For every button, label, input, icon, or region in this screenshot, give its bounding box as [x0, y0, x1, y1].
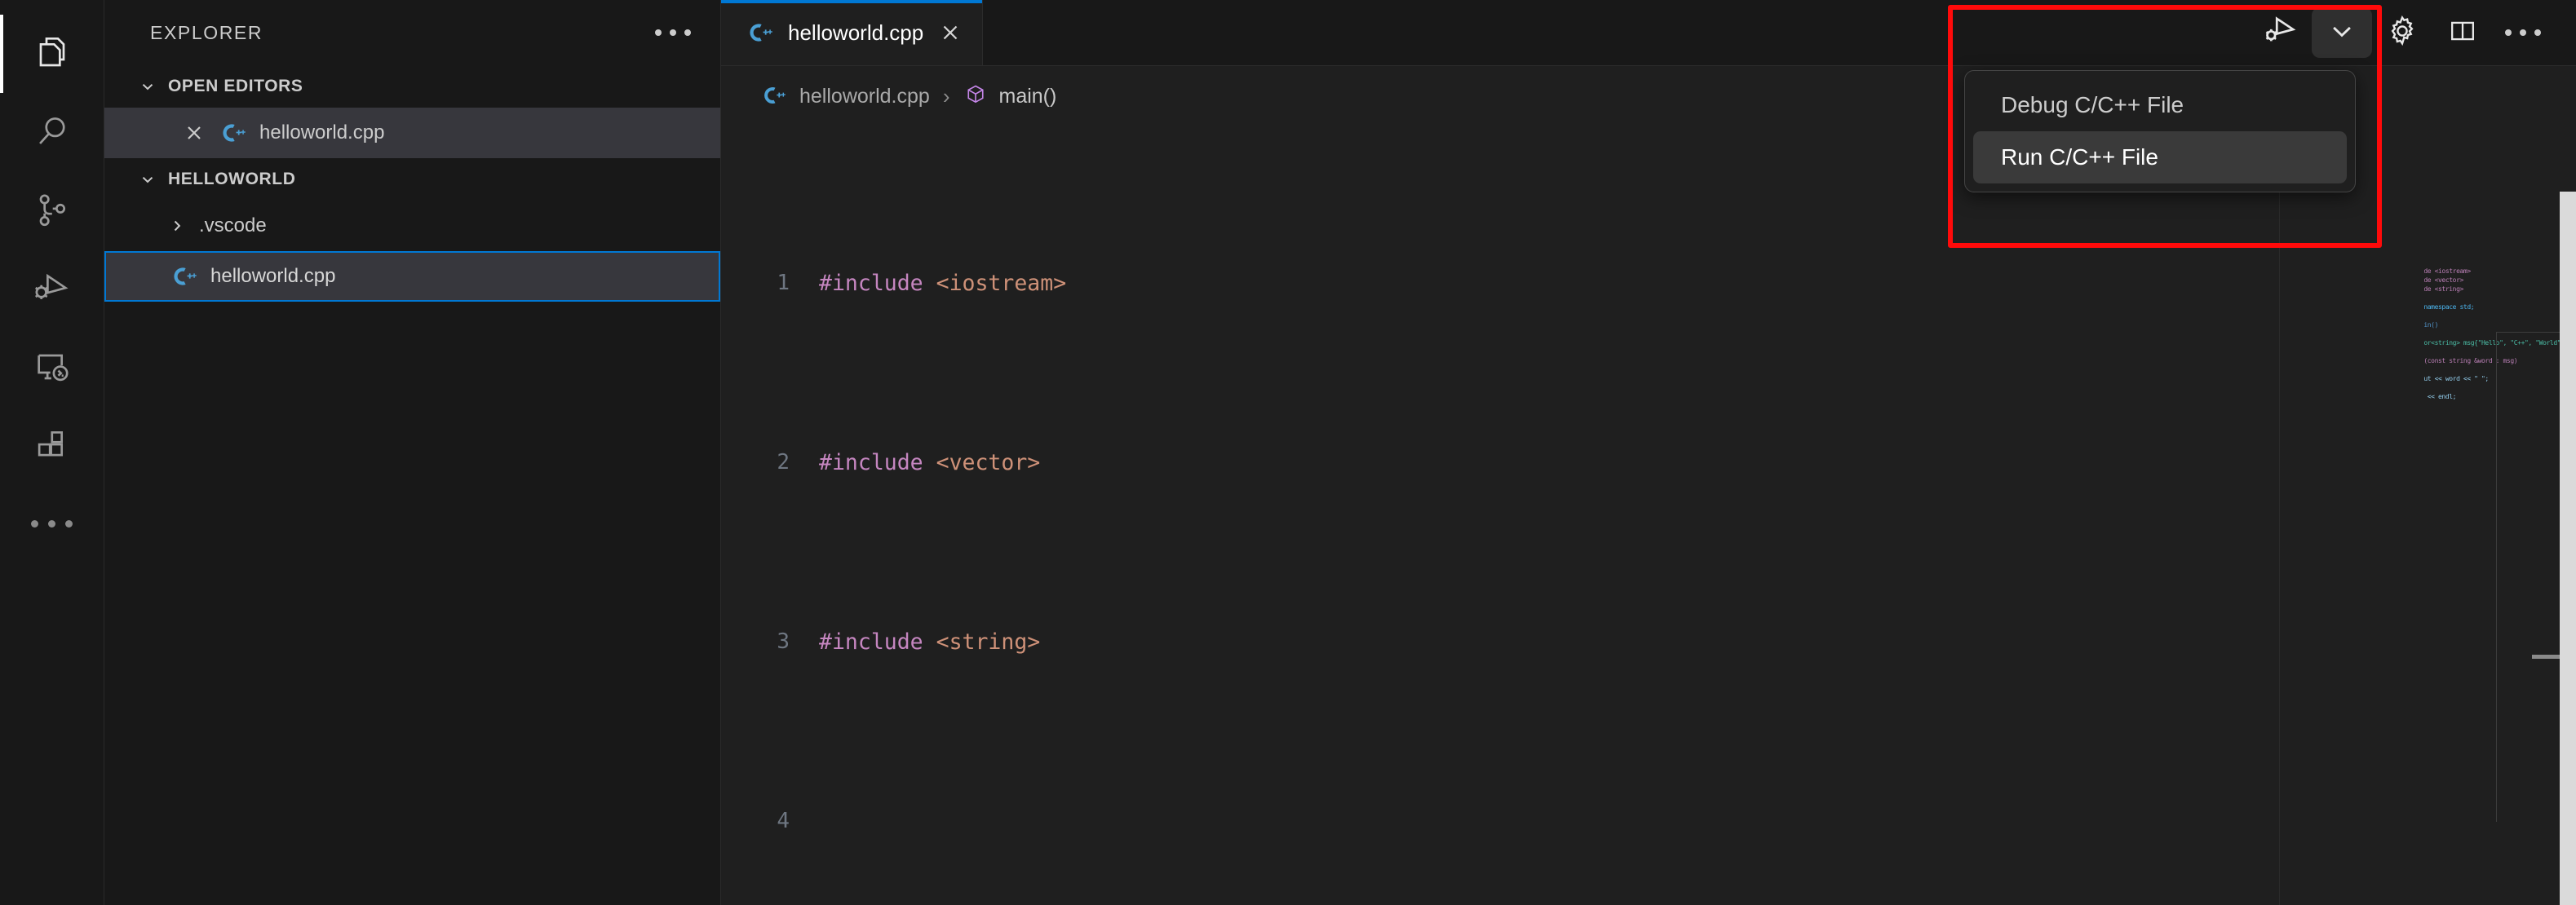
cube-symbol-icon — [963, 82, 988, 111]
tree-item-helloworld-cpp[interactable]: helloworld.cpp — [104, 251, 720, 302]
source-control-icon — [29, 188, 75, 233]
chevron-down-icon — [139, 170, 157, 188]
run-debug-icon — [29, 266, 75, 311]
section-title: OPEN EDITORS — [168, 77, 303, 95]
code-lines: 1 #include <iostream> 2 #include <vector… — [721, 126, 2424, 905]
split-editor-button[interactable] — [2432, 7, 2493, 58]
ellipsis-dot — [31, 519, 38, 528]
cpp-file-icon — [746, 19, 773, 46]
chevron-down-icon — [2327, 16, 2357, 50]
activity-bar-item-source-control[interactable] — [0, 171, 104, 249]
line-text: #include <vector> — [819, 450, 1041, 475]
code-line: 3 #include <string> — [721, 620, 2424, 664]
code-line: 2 #include <vector> — [721, 440, 2424, 485]
activity-bar-item-run-and-debug[interactable] — [0, 249, 104, 328]
run-or-debug-dropdown-button[interactable] — [2312, 7, 2372, 58]
ellipsis-dot — [2505, 29, 2512, 36]
minimap-line — [2424, 294, 2576, 302]
open-editor-label: helloworld.cpp — [259, 121, 385, 143]
code-editor: 1 #include <iostream> 2 #include <vector… — [721, 126, 2576, 905]
minimap[interactable]: #include <iostream> #include <vector> #i… — [2424, 126, 2576, 905]
activity-bar — [0, 0, 104, 905]
minimap-line: int main() — [2424, 321, 2438, 329]
activity-bar-item-search[interactable] — [0, 93, 104, 171]
ellipsis-dot — [2520, 29, 2526, 36]
minimap-line: using namespace std; — [2424, 303, 2475, 311]
tree-item-label: helloworld.cpp — [210, 265, 336, 287]
explorer-sidebar: EXPLORER OPEN EDITORS helloworld.cpp HEL… — [104, 0, 721, 905]
minimap-line: #include <vector> — [2424, 276, 2463, 284]
cpp-file-icon — [760, 82, 788, 110]
close-icon[interactable] — [183, 121, 206, 144]
remote-explorer-icon — [29, 344, 75, 390]
editor-scrollbar[interactable] — [2532, 192, 2576, 905]
code-line: 4 — [721, 799, 2424, 844]
section-title: HELLOWORLD — [168, 170, 296, 188]
activity-bar-item-extensions[interactable] — [0, 406, 104, 484]
editor-tab-actions — [2250, 0, 2576, 65]
more-actions-button[interactable] — [2493, 7, 2553, 58]
ellipsis-icon — [2505, 29, 2541, 36]
ruler-guide — [2279, 126, 2280, 905]
tab-helloworld-cpp[interactable]: helloworld.cpp — [721, 0, 984, 65]
ellipsis-dot — [670, 29, 676, 36]
files-icon — [29, 31, 75, 77]
ellipsis-dot — [65, 519, 73, 528]
extensions-icon — [29, 422, 75, 468]
close-icon[interactable] — [938, 20, 963, 45]
breadcrumb-separator: › — [942, 83, 950, 108]
search-icon — [29, 109, 75, 155]
explorer-title: EXPLORER — [150, 21, 263, 43]
tree-item-vscode-folder[interactable]: .vscode — [104, 201, 720, 251]
ellipsis-dot — [48, 519, 55, 528]
menu-item-run-cpp-file[interactable]: Run C/C++ File — [1973, 131, 2347, 183]
code-line: 1 #include <iostream> — [721, 261, 2424, 306]
gear-icon — [2383, 12, 2421, 54]
minimap-line — [2424, 311, 2576, 320]
line-number: 3 — [777, 629, 790, 654]
ellipsis-dot — [684, 29, 691, 36]
run-debug-play-icon — [2260, 10, 2302, 56]
cpp-file-icon — [170, 263, 197, 290]
line-text: #include <iostream> — [819, 271, 1067, 296]
line-text: #include <string> — [819, 629, 1041, 655]
ellipsis-dot — [2534, 29, 2541, 36]
minimap-line: #include <string> — [2424, 285, 2463, 293]
line-number: 2 — [777, 450, 790, 475]
minimap-line: #include <iostream> — [2424, 267, 2471, 275]
section-header-open-editors[interactable]: OPEN EDITORS — [104, 65, 720, 108]
run-debug-dropdown-menu: Debug C/C++ File Run C/C++ File — [1964, 70, 2356, 192]
editor-tab-bar: helloworld.cpp — [721, 0, 2576, 66]
breadcrumb-file[interactable]: helloworld.cpp — [799, 85, 930, 108]
explorer-header: EXPLORER — [104, 0, 720, 65]
explorer-more-actions-button[interactable] — [655, 29, 691, 36]
code-content[interactable]: 1 #include <iostream> 2 #include <vector… — [721, 126, 2424, 905]
open-editor-item-helloworld-cpp[interactable]: helloworld.cpp — [104, 108, 720, 158]
activity-bar-item-explorer[interactable] — [0, 15, 104, 93]
section-header-helloworld[interactable]: HELLOWORLD — [104, 158, 720, 201]
manage-settings-button[interactable] — [2372, 7, 2432, 58]
tree-item-label: .vscode — [199, 214, 267, 236]
tab-label: helloworld.cpp — [788, 20, 924, 45]
activity-bar-item-remote-explorer[interactable] — [0, 328, 104, 406]
activity-bar-more-button[interactable] — [0, 484, 104, 563]
menu-item-label: Debug C/C++ File — [2001, 92, 2184, 117]
chevron-down-icon — [139, 77, 157, 95]
line-number: 4 — [777, 809, 790, 833]
menu-item-label: Run C/C++ File — [2001, 144, 2158, 170]
breadcrumb-symbol[interactable]: main() — [999, 85, 1057, 108]
scrollbar-decoration — [2532, 655, 2560, 659]
ellipsis-dot — [655, 29, 662, 36]
run-or-debug-button[interactable] — [2250, 7, 2312, 58]
split-editor-icon — [2445, 13, 2481, 53]
cpp-file-icon — [219, 119, 246, 147]
line-number: 1 — [777, 271, 790, 295]
chevron-right-icon — [168, 217, 186, 235]
menu-item-debug-cpp-file[interactable]: Debug C/C++ File — [1973, 79, 2347, 131]
